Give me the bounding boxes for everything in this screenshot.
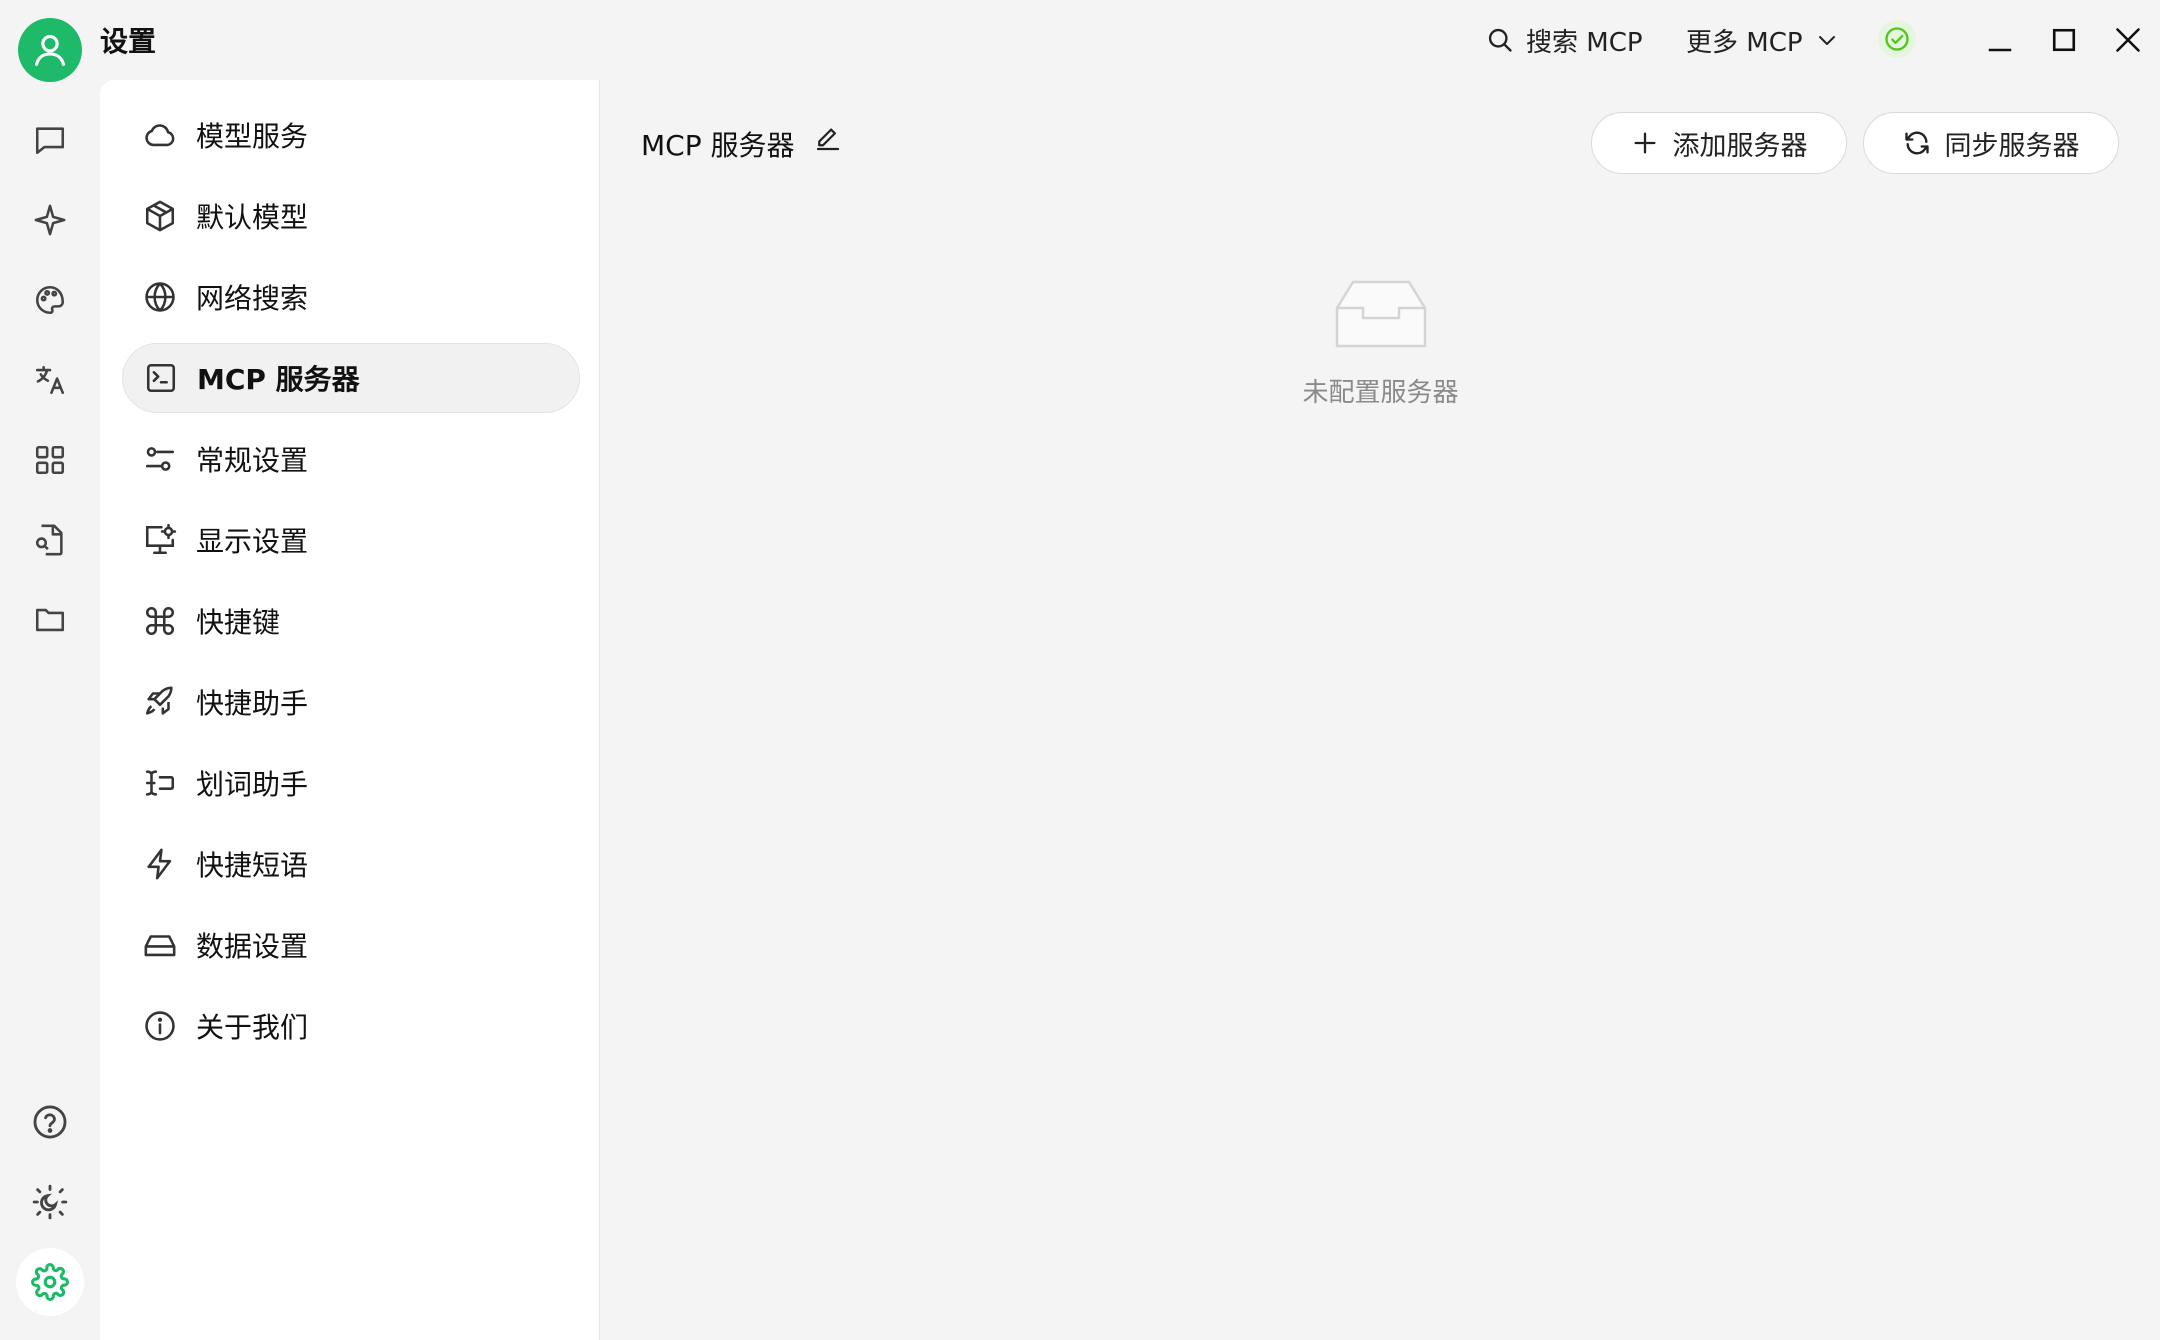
menu-item-label: 快捷短语	[196, 849, 309, 882]
refresh-icon	[1904, 131, 1929, 155]
sync-server-button[interactable]: 同步服务器	[1863, 112, 2119, 174]
cube-icon	[145, 200, 175, 232]
rail-folder[interactable]	[26, 596, 74, 644]
menu-item-label: 默认模型	[196, 201, 309, 234]
menu-item-label: 常规设置	[196, 444, 309, 477]
empty-state-icon	[1331, 272, 1431, 352]
hard-drive-icon	[144, 935, 176, 957]
sliders-icon	[145, 447, 175, 471]
maximize-icon	[2052, 28, 2076, 52]
user-icon	[34, 34, 66, 66]
chevron-down-icon	[1818, 36, 1835, 45]
cloud-icon	[145, 124, 175, 147]
page-title: MCP 服务器	[641, 129, 795, 162]
inbox-icon	[1335, 280, 1427, 348]
menu-item-quick-assistant[interactable]: 快捷助手	[122, 667, 580, 737]
grid-icon	[35, 445, 65, 475]
check-circle-icon	[1885, 27, 1909, 51]
translate-icon	[35, 365, 65, 395]
menu-item-label: 模型服务	[196, 120, 309, 153]
minimize-icon	[1988, 48, 2012, 52]
text-cursor-icon	[145, 770, 175, 796]
rail-files-search[interactable]	[26, 516, 74, 564]
menu-item-label: 划词助手	[196, 768, 309, 801]
menu-item-display-settings[interactable]: 显示设置	[122, 505, 580, 575]
menu-item-label: 显示设置	[196, 525, 309, 558]
search-icon	[1488, 28, 1512, 52]
menu-item-data-settings[interactable]: 数据设置	[122, 910, 580, 980]
gear-icon	[31, 1263, 69, 1301]
plus-icon	[1634, 132, 1655, 154]
main-content: MCP 服务器 添加服务器 同步服务器 未配置服务器	[601, 80, 2160, 1340]
rail-theme[interactable]	[26, 1178, 74, 1226]
info-icon	[145, 1011, 175, 1041]
minimize-button[interactable]	[1980, 20, 2020, 60]
menu-item-default-model[interactable]: 默认模型	[122, 181, 580, 251]
rail-settings[interactable]	[16, 1248, 84, 1316]
rocket-icon	[145, 686, 173, 715]
maximize-button[interactable]	[2044, 20, 2084, 60]
monitor-settings-icon	[145, 523, 177, 555]
zap-icon	[147, 848, 172, 880]
pencil-icon	[816, 128, 840, 151]
help-icon	[33, 1105, 67, 1139]
palette-icon	[35, 285, 65, 315]
menu-item-model-service[interactable]: 模型服务	[122, 100, 580, 170]
menu-item-label: 快捷键	[196, 606, 281, 639]
rail-agents[interactable]	[26, 196, 74, 244]
more-mcp-dropdown[interactable]: 更多 MCP	[1686, 18, 1839, 62]
rail-chat[interactable]	[26, 116, 74, 164]
sun-moon-icon	[32, 1184, 68, 1220]
status-indicator[interactable]	[1878, 20, 1916, 58]
empty-state-text: 未配置服务器	[1302, 378, 1459, 408]
edit-title-button[interactable]	[813, 124, 847, 158]
menu-item-label: 数据设置	[196, 930, 309, 963]
app-title: 设置	[100, 25, 157, 58]
add-server-button[interactable]: 添加服务器	[1591, 112, 1847, 174]
menu-item-quick-phrases[interactable]: 快捷短语	[122, 829, 580, 899]
sync-server-label: 同步服务器	[1944, 130, 2080, 162]
command-icon	[145, 606, 175, 636]
search-mcp-label: 搜索 MCP	[1526, 27, 1643, 58]
menu-item-label: MCP 服务器	[197, 363, 360, 396]
sparkle-icon	[34, 204, 66, 236]
terminal-icon	[146, 363, 176, 393]
more-mcp-label: 更多 MCP	[1686, 27, 1803, 58]
settings-menu: 模型服务 默认模型 网络搜索 MCP 服务器 常规设置 显示设置 快捷键 快捷助…	[100, 80, 600, 1340]
globe-icon	[145, 282, 175, 312]
menu-item-label: 网络搜索	[196, 282, 309, 315]
user-avatar[interactable]	[18, 18, 82, 82]
file-search-icon	[35, 524, 63, 556]
folder-icon	[35, 608, 65, 632]
rail-translate[interactable]	[26, 356, 74, 404]
close-icon	[2116, 28, 2140, 52]
rail-apps[interactable]	[26, 436, 74, 484]
chat-icon	[35, 127, 65, 155]
menu-item-web-search[interactable]: 网络搜索	[122, 262, 580, 332]
close-button[interactable]	[2108, 20, 2148, 60]
rail-help[interactable]	[26, 1098, 74, 1146]
menu-item-general-settings[interactable]: 常规设置	[122, 424, 580, 494]
menu-item-about[interactable]: 关于我们	[122, 991, 580, 1061]
menu-item-label: 快捷助手	[196, 687, 309, 720]
search-mcp-button[interactable]: 搜索 MCP	[1486, 18, 1643, 62]
menu-item-label: 关于我们	[196, 1011, 309, 1044]
menu-item-mcp-servers[interactable]: MCP 服务器	[122, 343, 580, 413]
add-server-label: 添加服务器	[1672, 130, 1808, 162]
menu-item-shortcuts[interactable]: 快捷键	[122, 586, 580, 656]
menu-item-selection-assistant[interactable]: 划词助手	[122, 748, 580, 818]
rail-paintings[interactable]	[26, 276, 74, 324]
title-bar: 设置 搜索 MCP 更多 MCP	[0, 0, 2160, 82]
